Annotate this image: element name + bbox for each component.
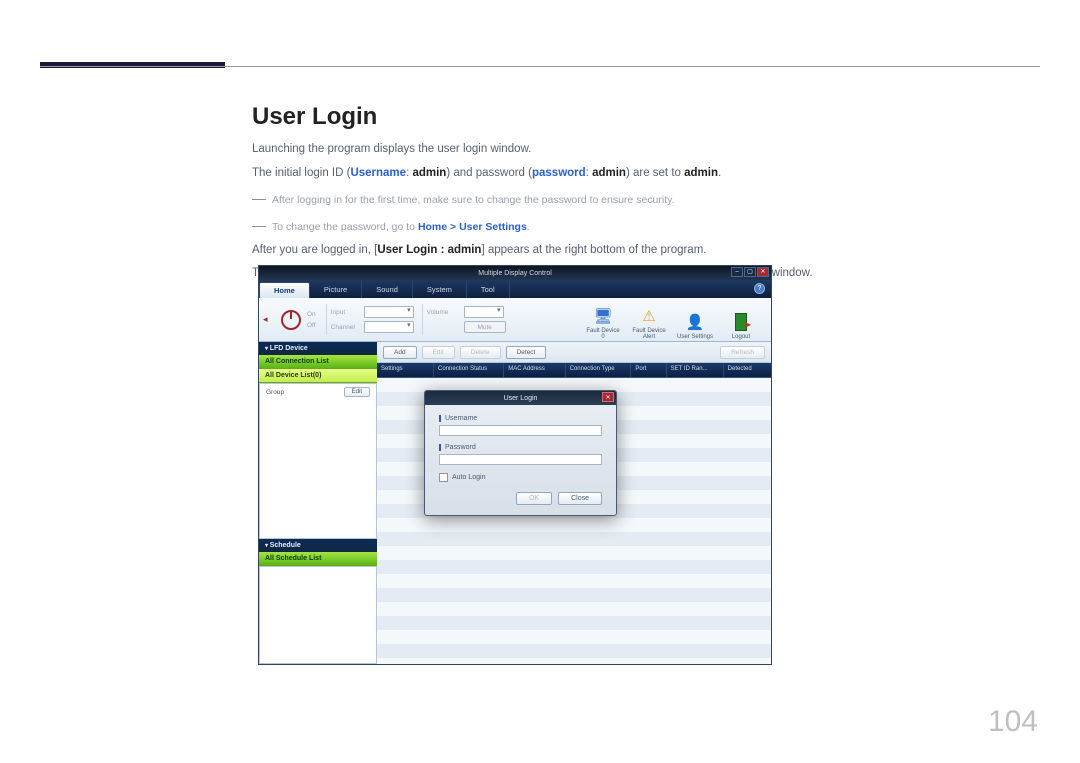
all-connection-list[interactable]: All Connection List: [259, 355, 377, 369]
dialog-close-button[interactable]: ✕: [602, 392, 614, 402]
minimize-button[interactable]: –: [731, 267, 743, 277]
fault-device-0[interactable]: 🖥 Fault Device 0: [581, 300, 625, 340]
mute-button[interactable]: Mute: [464, 321, 506, 333]
username-input[interactable]: [439, 425, 602, 436]
auto-login-checkbox[interactable]: Auto Login: [439, 473, 602, 482]
left-panel: LFD Device All Connection List All Devic…: [259, 342, 377, 664]
delete-button[interactable]: Delete: [460, 346, 501, 359]
menu-bar: Home Picture Sound System Tool ?: [259, 280, 771, 298]
edit-button[interactable]: Edit: [422, 346, 455, 359]
app-window: Multiple Display Control – ▢ ✕ Home Pict…: [258, 265, 772, 665]
close-window-button[interactable]: ✕: [757, 267, 769, 277]
tab-picture[interactable]: Picture: [310, 280, 362, 298]
security-note: After logging in for the first time, mak…: [272, 192, 675, 210]
ok-button[interactable]: OK: [516, 492, 552, 505]
channel-select[interactable]: [364, 321, 414, 333]
help-icon[interactable]: ?: [754, 283, 765, 294]
app-title: Multiple Display Control: [478, 270, 552, 277]
tab-system[interactable]: System: [413, 280, 467, 298]
password-label: password: [532, 167, 586, 179]
detect-button[interactable]: Detect: [506, 346, 547, 359]
fault-device-alert[interactable]: ⚠ Fault Device Alert: [627, 300, 671, 340]
volume-label: Volume: [427, 309, 461, 316]
title-bar: Multiple Display Control – ▢ ✕: [259, 266, 771, 280]
group-label: Group: [266, 389, 284, 396]
edit-group-button[interactable]: Edit: [344, 387, 370, 397]
add-button[interactable]: Add: [383, 346, 417, 359]
door-icon: ▶: [730, 311, 752, 333]
user-icon: 👤: [684, 311, 706, 333]
input-select[interactable]: [364, 306, 414, 318]
refresh-button[interactable]: Refresh: [720, 346, 765, 359]
tab-sound[interactable]: Sound: [362, 280, 413, 298]
password-input[interactable]: [439, 454, 602, 465]
intro-text: Launching the program displays the user …: [252, 143, 531, 155]
power-on-label: On: [307, 311, 316, 318]
channel-label: Channel: [331, 324, 361, 331]
page-number: 104: [988, 705, 1038, 739]
warning-icon: ⚠: [638, 305, 660, 327]
all-schedule-list[interactable]: All Schedule List: [259, 552, 377, 566]
tab-tool[interactable]: Tool: [467, 280, 510, 298]
page-heading: User Login: [252, 103, 377, 131]
username-label: Username: [350, 167, 406, 179]
maximize-button[interactable]: ▢: [744, 267, 756, 277]
home-toolbar: ◂ On Off Input Channel Volume: [259, 298, 771, 342]
close-button[interactable]: Close: [558, 492, 602, 505]
power-off-label: Off: [307, 322, 316, 329]
volume-select[interactable]: [464, 306, 504, 318]
chevron-left-icon[interactable]: ◂: [263, 314, 271, 325]
monitor-icon: 🖥: [592, 305, 614, 327]
password-field-label: Password: [439, 444, 476, 451]
lfd-device-header[interactable]: LFD Device: [259, 342, 377, 355]
table-header: Settings Connection Status MAC Address C…: [377, 363, 771, 378]
schedule-header[interactable]: Schedule: [259, 539, 377, 552]
power-icon[interactable]: [281, 310, 301, 330]
user-settings[interactable]: 👤 User Settings: [673, 300, 717, 340]
all-device-list[interactable]: All Device List(0): [259, 369, 377, 383]
logout[interactable]: ▶ Logout: [719, 300, 763, 340]
input-label: Input: [331, 309, 361, 316]
user-login-dialog: User Login ✕ Username Password Auto Logi…: [424, 390, 617, 516]
dialog-title: User Login: [504, 395, 538, 402]
username-field-label: Username: [439, 415, 477, 422]
tab-home[interactable]: Home: [259, 282, 310, 298]
